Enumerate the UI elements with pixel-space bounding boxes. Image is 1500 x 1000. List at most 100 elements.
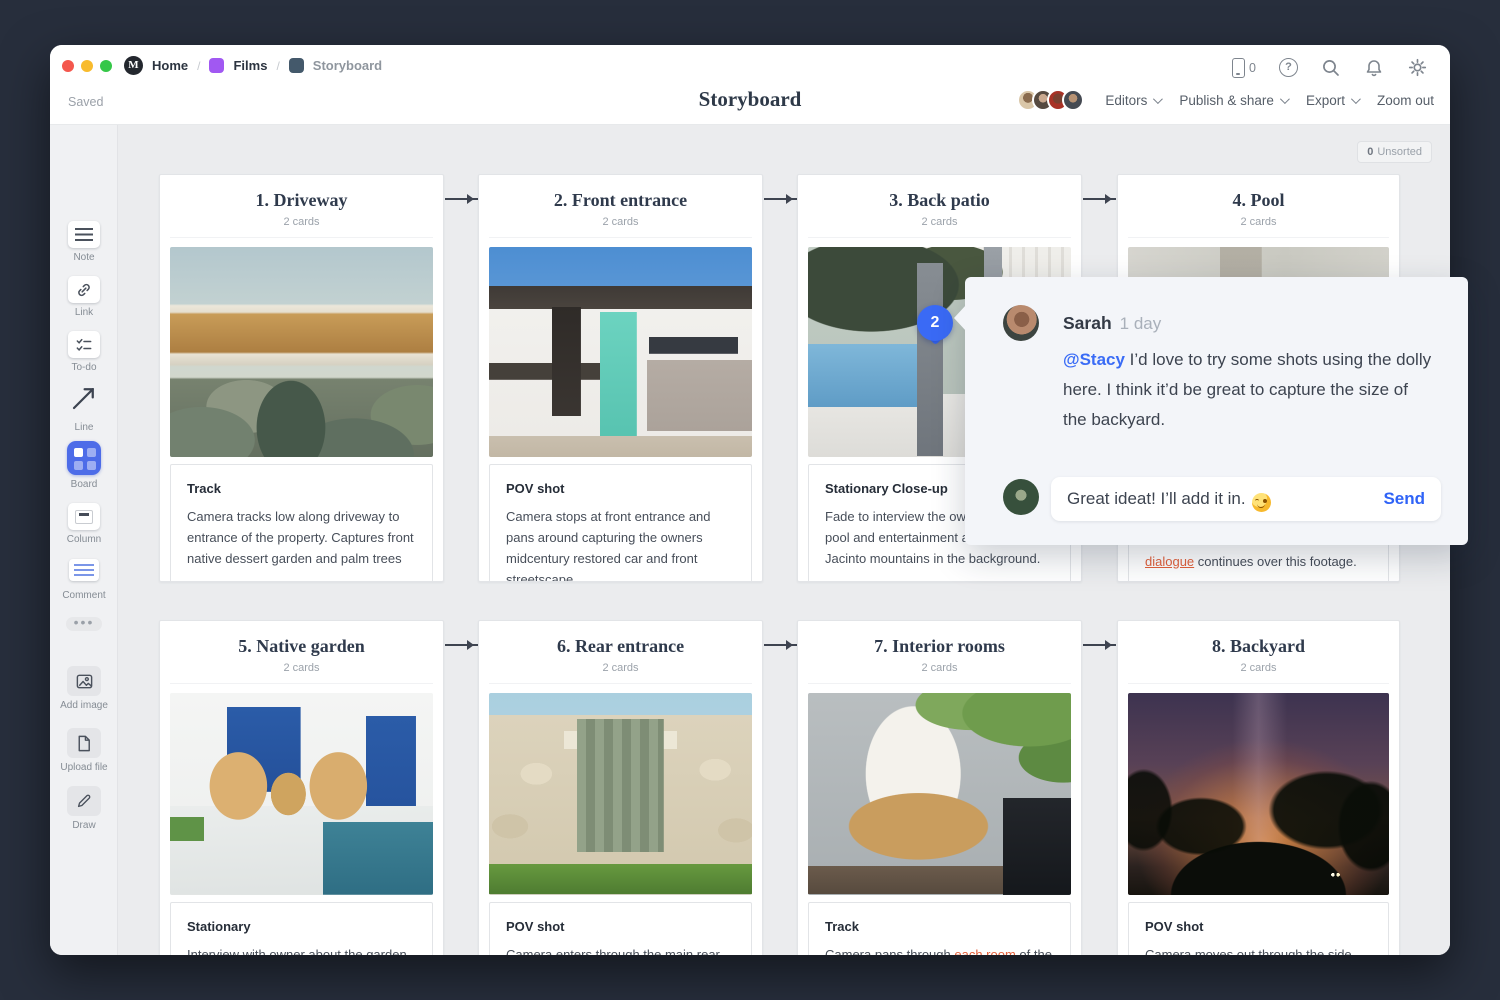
comment-timestamp: 1 day <box>1120 314 1162 333</box>
tool-more[interactable]: ••• <box>50 617 118 631</box>
tool-note[interactable]: Note <box>50 221 118 263</box>
note-card[interactable]: POV shot Camera moves out through the si… <box>1128 902 1389 955</box>
reply-input[interactable]: Great ideat! I’ll add it in. Send <box>1051 477 1441 521</box>
board-image-native-garden[interactable] <box>170 693 433 895</box>
board-card-header: 4. Pool 2 cards <box>1128 175 1389 238</box>
board-title: 5. Native garden <box>170 636 433 658</box>
board-card-header: 3. Back patio 2 cards <box>808 175 1071 238</box>
board-title: 8. Backyard <box>1128 636 1389 658</box>
breadcrumb-home[interactable]: Home <box>152 58 188 73</box>
note-body: Interview with owner about the garden <box>187 944 416 955</box>
board-card-count: 2 cards <box>1128 662 1389 674</box>
board-card-header: 8. Backyard 2 cards <box>1128 621 1389 684</box>
board-card-native-garden[interactable]: 5. Native garden 2 cards Stationary Inte… <box>159 620 444 955</box>
comment-author: Sarah <box>1063 313 1112 333</box>
zoom-out-button[interactable]: Zoom out <box>1377 93 1434 108</box>
editor-avatars[interactable] <box>1017 89 1084 111</box>
comment-pin[interactable]: 2 <box>917 305 953 341</box>
tool-label: Draw <box>50 820 118 831</box>
board-image-backyard[interactable] <box>1128 693 1389 895</box>
board-card-front-entrance[interactable]: 2. Front entrance 2 cards POV shot Camer… <box>478 174 763 582</box>
link-icon <box>75 281 93 299</box>
board-card-backyard[interactable]: 8. Backyard 2 cards POV shot Camera move… <box>1117 620 1400 955</box>
tool-upload-file[interactable]: Upload file <box>50 728 118 773</box>
comment-popup: Sarah1 day @Stacy I’d love to try some s… <box>965 277 1468 545</box>
zoom-window-button[interactable] <box>100 60 112 72</box>
note-icon <box>75 228 93 241</box>
board-card-header: 1. Driveway 2 cards <box>170 175 433 238</box>
todo-icon <box>75 337 93 353</box>
help-icon[interactable] <box>1279 58 1298 77</box>
send-button[interactable]: Send <box>1383 489 1425 509</box>
note-link-dialogue[interactable]: dialogue <box>1145 554 1194 569</box>
board-title: 2. Front entrance <box>489 190 752 212</box>
board-image-rear-entrance[interactable] <box>489 693 752 895</box>
note-body-line: Jacinto mountains in the background. <box>825 548 1054 569</box>
milanote-logo[interactable]: M <box>124 56 143 75</box>
connector-arrow[interactable] <box>445 644 478 646</box>
desktop: M Home / Films / Storyboard 0 <box>0 0 1500 1000</box>
popup-notch <box>954 305 966 331</box>
column-icon <box>75 510 93 524</box>
connector-arrow[interactable] <box>1083 198 1116 200</box>
tool-label: Note <box>50 252 118 263</box>
breadcrumb-films[interactable]: Films <box>233 58 267 73</box>
note-card[interactable]: POV shot Camera enters through the main … <box>489 902 752 955</box>
breadcrumb-separator: / <box>197 59 200 73</box>
close-window-button[interactable] <box>62 60 74 72</box>
note-title: Track <box>187 481 416 496</box>
board-card-count: 2 cards <box>489 216 752 228</box>
export-menu[interactable]: Export <box>1306 93 1358 108</box>
storyboard-board-icon[interactable] <box>289 58 304 73</box>
board-card-count: 2 cards <box>489 662 752 674</box>
tool-board-active[interactable]: Board <box>50 441 118 490</box>
note-title: POV shot <box>1145 919 1372 934</box>
unsorted-label: Unsorted <box>1377 146 1422 158</box>
tool-label: Board <box>50 479 118 490</box>
board-title: 6. Rear entrance <box>489 636 752 658</box>
editors-menu[interactable]: Editors <box>1105 93 1160 108</box>
tool-link[interactable]: Link <box>50 276 118 318</box>
films-board-icon[interactable] <box>209 58 224 73</box>
app-header: M Home / Films / Storyboard 0 <box>50 45 1450 125</box>
tool-column[interactable]: Column <box>50 503 118 545</box>
board-card-rear-entrance[interactable]: 6. Rear entrance 2 cards POV shot Camera… <box>478 620 763 955</box>
tool-add-image[interactable]: Add image <box>50 666 118 711</box>
notifications-bell-icon[interactable] <box>1364 58 1384 78</box>
publish-share-menu[interactable]: Publish & share <box>1179 93 1287 108</box>
mention-link[interactable]: @Stacy <box>1063 350 1125 369</box>
connector-arrow[interactable] <box>764 198 797 200</box>
device-sync-button[interactable]: 0 <box>1232 58 1256 78</box>
avatar[interactable] <box>1062 89 1084 111</box>
board-card-header: 6. Rear entrance 2 cards <box>489 621 752 684</box>
tool-draw[interactable]: Draw <box>50 786 118 831</box>
chevron-down-icon <box>1351 94 1361 104</box>
tool-label: Comment <box>50 590 118 601</box>
note-card[interactable]: Track Camera tracks low along driveway t… <box>170 464 433 582</box>
board-image-interior-rooms[interactable] <box>808 693 1071 895</box>
board-image-driveway[interactable] <box>170 247 433 457</box>
note-link-each-room[interactable]: each room <box>954 947 1015 955</box>
note-card[interactable]: Stationary Interview with owner about th… <box>170 902 433 955</box>
settings-gear-icon[interactable] <box>1407 57 1428 78</box>
tool-comment[interactable]: Comment <box>50 559 118 601</box>
connector-arrow[interactable] <box>445 198 478 200</box>
phone-icon <box>1232 58 1245 78</box>
board-card-driveway[interactable]: 1. Driveway 2 cards Track Camera tracks … <box>159 174 444 582</box>
board-card-count: 2 cards <box>170 216 433 228</box>
search-icon[interactable] <box>1321 58 1341 78</box>
export-label: Export <box>1306 93 1345 108</box>
board-image-front-entrance[interactable] <box>489 247 752 457</box>
board-card-interior-rooms[interactable]: 7. Interior rooms 2 cards Track Camera p… <box>797 620 1082 955</box>
tool-label: Upload file <box>50 762 118 773</box>
minimize-window-button[interactable] <box>81 60 93 72</box>
note-card[interactable]: POV shot Camera stops at front entrance … <box>489 464 752 582</box>
unsorted-badge[interactable]: 0Unsorted <box>1357 141 1432 163</box>
tool-todo[interactable]: To-do <box>50 331 118 373</box>
connector-arrow[interactable] <box>1083 644 1116 646</box>
note-title: Track <box>825 919 1054 934</box>
note-body: Camera enters through the main rear <box>506 944 735 955</box>
tool-line[interactable]: Line <box>50 383 118 433</box>
note-card[interactable]: Track Camera pans through each room of t… <box>808 902 1071 955</box>
connector-arrow[interactable] <box>764 644 797 646</box>
